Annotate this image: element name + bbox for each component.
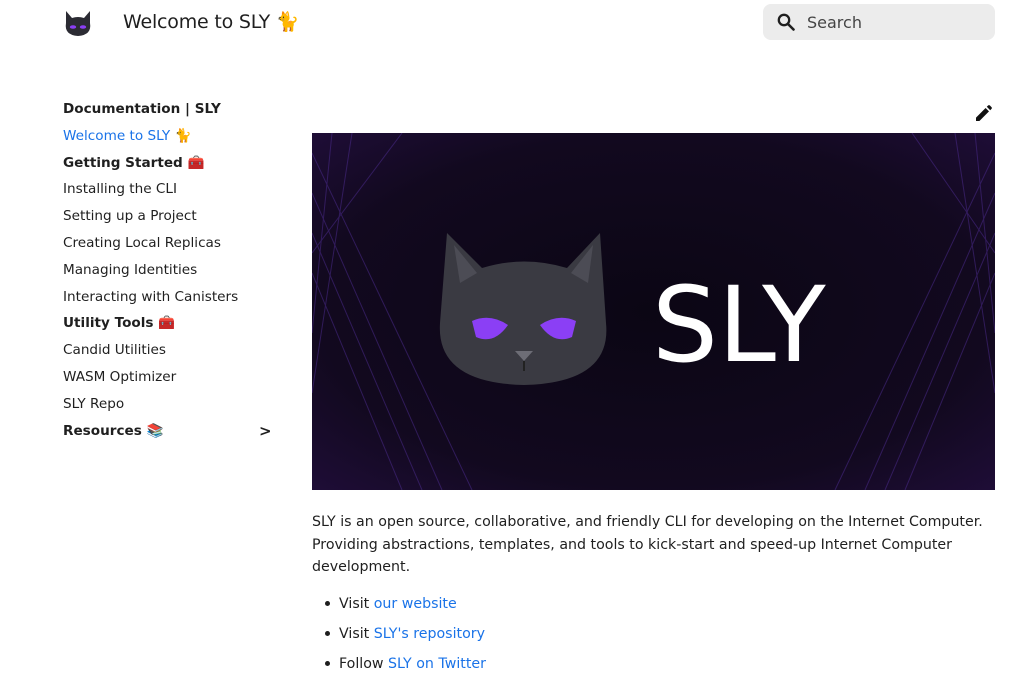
- sidebar-item-wasm-optimizer[interactable]: WASM Optimizer: [63, 364, 278, 391]
- site-title[interactable]: Welcome to SLY 🐈: [123, 10, 299, 33]
- sidebar-heading: Documentation | SLY: [63, 101, 221, 117]
- search-icon: [777, 13, 795, 31]
- sidebar-item-candid-utilities[interactable]: Candid Utilities: [63, 337, 278, 364]
- links-list: Visit our website Visit SLY's repository…: [312, 593, 995, 683]
- sidebar-section-resources-label: Resources 📚: [63, 422, 164, 439]
- sidebar-item-setting-up-project[interactable]: Setting up a Project: [63, 203, 278, 230]
- list-item-prefix: Visit: [339, 625, 374, 642]
- chevron-right-icon[interactable]: >: [259, 418, 272, 445]
- intro-paragraph: SLY is an open source, collaborative, an…: [312, 514, 983, 575]
- sidebar-section-getting-started: Getting Started 🧰: [63, 154, 205, 171]
- sidebar-section-utility-tools: Utility Tools 🧰: [63, 315, 176, 332]
- search-placeholder: Search: [807, 13, 862, 32]
- sidebar-nav: Documentation | SLY Welcome to SLY 🐈 Get…: [63, 96, 278, 444]
- sidebar-item-creating-local-replicas[interactable]: Creating Local Replicas: [63, 230, 278, 257]
- top-navbar: Welcome to SLY 🐈 Search: [0, 0, 1024, 44]
- twitter-link[interactable]: SLY on Twitter: [388, 656, 486, 672]
- page-content: SLY is an open source, collaborative, an…: [312, 511, 995, 683]
- banner-image: SLY: [312, 133, 995, 490]
- repository-link[interactable]: SLY's repository: [374, 626, 485, 642]
- sidebar-item-interacting-canisters[interactable]: Interacting with Canisters: [63, 284, 278, 311]
- sly-cat-logo-icon[interactable]: [63, 9, 93, 37]
- list-item-prefix: Follow: [339, 655, 389, 672]
- banner-wordmark: SLY: [652, 264, 826, 386]
- list-item: Visit SLY's repository: [312, 623, 995, 653]
- sidebar-item-welcome[interactable]: Welcome to SLY 🐈: [63, 123, 278, 150]
- list-item: Visit our website: [312, 593, 995, 623]
- website-link[interactable]: our website: [374, 596, 457, 612]
- list-item-prefix: Visit: [339, 595, 374, 612]
- search-bar[interactable]: Search: [763, 4, 995, 40]
- edit-pencil-icon[interactable]: [973, 104, 993, 124]
- list-item: Follow SLY on Twitter: [312, 653, 995, 683]
- sidebar-section-resources[interactable]: Resources 📚 >: [63, 418, 278, 445]
- sidebar-item-sly-repo[interactable]: SLY Repo: [63, 391, 278, 418]
- sidebar-item-installing-cli[interactable]: Installing the CLI: [63, 176, 278, 203]
- sidebar-item-managing-identities[interactable]: Managing Identities: [63, 257, 278, 284]
- hero-banner: SLY: [312, 133, 995, 490]
